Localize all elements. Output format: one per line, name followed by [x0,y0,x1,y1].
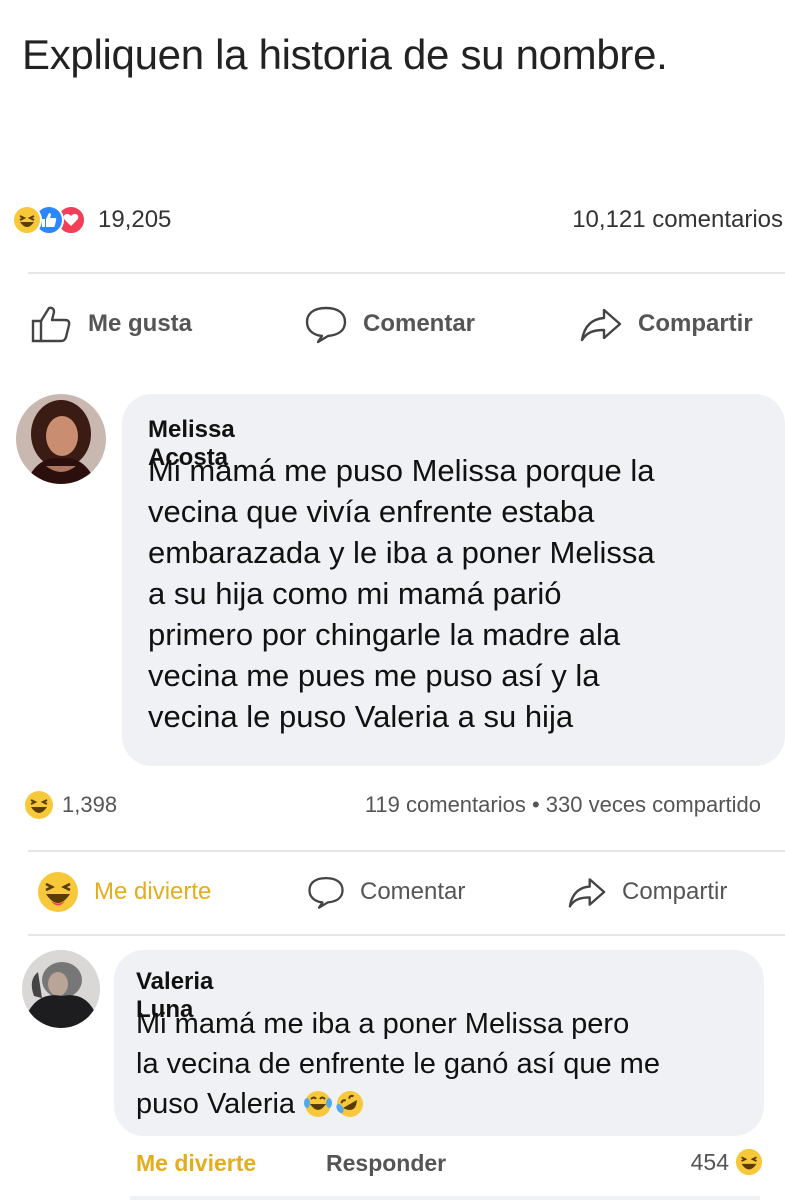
comment-line: vecina le puso Valeria a su hija [148,699,574,734]
comment-reaction-count: 1,398 [62,792,118,817]
post-stats-row: 19,205 10,121 comentarios [12,198,785,242]
comment-reaction-count: 454 [690,1148,729,1175]
comment-line: Mi mamá me iba a poner Melissa pero [136,1008,630,1040]
reply-button[interactable]: Responder [326,1150,446,1177]
laughing-tears-emoji-icon [304,1091,333,1117]
haha-reaction-icon [12,205,42,235]
like-label: Me gusta [88,310,193,337]
haha-emoji-icon [38,872,78,912]
share-arrow-icon [580,308,622,342]
reaction-count: 19,205 [98,206,172,233]
share-arrow-icon [568,878,606,908]
haha-reaction-icon [25,791,53,819]
post-reactions[interactable]: 19,205 [12,204,171,236]
comment-line: Mi mamá me puso Melissa porque la [148,453,655,488]
share-label: Compartir [638,310,753,337]
comment-line: a su hija como mi mamá parió [148,576,562,611]
haha-reaction-icon [735,1148,763,1176]
comment-line: la vecina de enfrente le ganó así que me [136,1048,660,1080]
comment-text: Mi mamá me iba a poner Melissa pero la v… [136,1004,761,1124]
comment-count-link[interactable]: 10,121 comentarios [572,206,783,234]
post-action-bar: Me gusta Comentar Compartir [0,294,785,354]
thumbs-up-icon [31,306,71,343]
avatar[interactable] [16,394,106,484]
share-button[interactable]: Compartir [578,294,753,354]
comment-line: embarazada y le iba a poner Melissa [148,535,655,570]
comment-label: Comentar [360,878,466,905]
react-label: Me divierte [94,878,212,905]
comment-action-row: Me divierte Responder 454 [136,1148,785,1184]
speech-bubble-icon [308,876,344,909]
avatar[interactable] [22,950,100,1028]
comment-stats-row: 1,398 119 comentarios • 330 veces compar… [24,790,785,824]
comment-line: primero por chingarle la madre ala [148,617,621,652]
comment-line: vecina me pues me puso así y la [148,658,600,693]
comment-text: Mi mamá me puso Melissa porque la vecina… [148,450,778,737]
react-button[interactable]: Me divierte [136,1150,256,1177]
share-button[interactable]: Compartir [566,862,727,922]
comment-line: puso Valeria [136,1084,761,1124]
comment-button[interactable]: Comentar [303,294,475,354]
like-button[interactable]: Me gusta [30,294,192,354]
divider [28,934,785,936]
divider [28,850,785,852]
comment-share-stats[interactable]: 119 comentarios • 330 veces compartido [365,792,761,818]
comment-label: Comentar [363,310,476,337]
comment-reactions[interactable]: 1,398 [24,790,117,820]
post-title: Expliquen la historia de su nombre. [22,31,668,78]
divider [28,272,785,274]
speech-bubble-icon [305,306,347,344]
comment-line: vecina que vivía enfrente estaba [148,494,595,529]
comment-button[interactable]: Comentar [306,862,465,922]
comment-action-bar: Me divierte Comentar Compartir [0,862,785,922]
share-label: Compartir [622,878,728,905]
rolling-laughing-emoji-icon [336,1091,364,1117]
react-button[interactable]: Me divierte [36,862,211,922]
comment-line-text: puso Valeria [136,1088,296,1120]
comment-reactions[interactable]: 454 [691,1148,763,1176]
next-comment-edge [130,1196,760,1200]
